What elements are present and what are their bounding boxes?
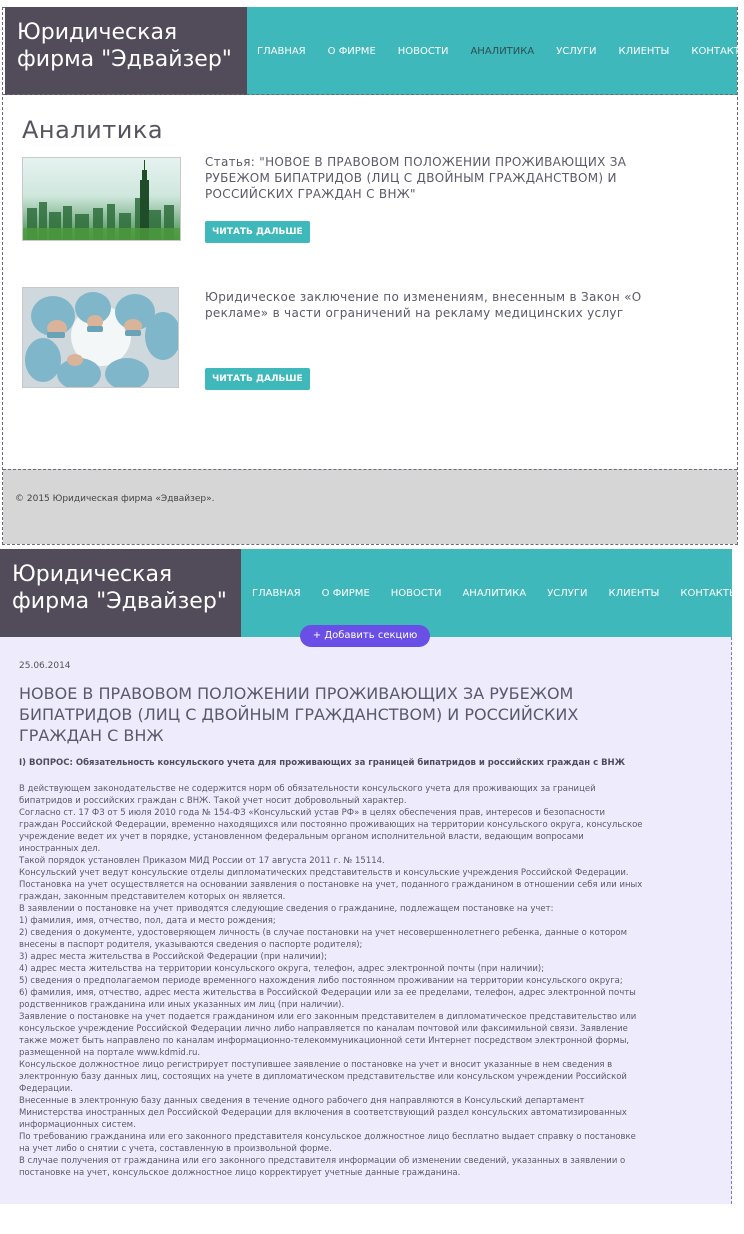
- article-paragraph: Постановка на учет осуществляется на осн…: [19, 880, 643, 902]
- article-paragraph: 4) адрес места жительства на территории …: [19, 964, 545, 974]
- article-paragraph: Консульский учет ведут консульские отдел…: [19, 868, 629, 878]
- article-paragraph: Заявление о постановке на учет подается …: [19, 1012, 637, 1058]
- article-date: 25.06.2014: [19, 661, 71, 671]
- article-title: НОВОЕ В ПРАВОВОМ ПОЛОЖЕНИИ ПРОЖИВАЮЩИХ З…: [19, 684, 579, 745]
- article-paragraph: 5) сведения о предполагаемом периоде вре…: [19, 976, 623, 986]
- read-more-button[interactable]: Читать дальше: [205, 368, 310, 390]
- plus-icon: +: [312, 630, 322, 641]
- article-paragraph: 6) фамилия, имя, отчество, адрес места ж…: [19, 988, 636, 1010]
- nav-item-contacts[interactable]: Контакты: [680, 588, 737, 599]
- nav-item-news[interactable]: Новости: [391, 588, 442, 599]
- nav-item-about[interactable]: О фирме: [322, 588, 370, 599]
- article-paragraph: Согласно ст. 17 ФЗ от 5 июля 2010 года №…: [19, 808, 643, 854]
- card-text[interactable]: Статья: "НОВОЕ В ПРАВОВОМ ПОЛОЖЕНИИ ПРОЖ…: [205, 154, 695, 202]
- nav-item-clients[interactable]: Клиенты: [618, 46, 669, 57]
- article-paragraph: 2) сведения о документе, удостоверяющем …: [19, 928, 628, 950]
- nav-item-analytics[interactable]: Аналитика: [470, 46, 534, 57]
- nav-item-services[interactable]: Услуги: [547, 588, 587, 599]
- article-paragraph: 3) адрес места жительства в Российской Ф…: [19, 952, 327, 962]
- site-logo[interactable]: Юридическая фирма "Эдвайзер": [0, 549, 241, 637]
- nav-item-contacts[interactable]: Контакты: [691, 46, 744, 57]
- city-skyline-image[interactable]: [22, 157, 181, 241]
- article-paragraph: Такой порядок установлен Приказом МИД Ро…: [19, 856, 385, 866]
- nav-item-home[interactable]: Главная: [257, 46, 306, 57]
- site-header: Юридическая фирма "Эдвайзер" Главная О ф…: [5, 7, 744, 95]
- read-more-button[interactable]: Читать дальше: [205, 221, 310, 243]
- nav-item-clients[interactable]: Клиенты: [608, 588, 659, 599]
- main-nav: Главная О фирме Новости Аналитика Услуги…: [247, 7, 744, 95]
- page-title: Аналитика: [22, 116, 164, 144]
- article-paragraph: В заявлении о постановке на учет приводя…: [19, 904, 554, 914]
- article-paragraph: Внесенные в электронную базу данных свед…: [19, 1096, 627, 1130]
- nav-item-about[interactable]: О фирме: [328, 46, 376, 57]
- article-paragraph: По требованию гражданина или его законно…: [19, 1132, 636, 1154]
- article-paragraph: В действующем законодательстве не содерж…: [19, 784, 596, 806]
- site-footer: © 2015 Юридическая фирма «Эдвайзер».: [3, 469, 737, 544]
- add-section-button[interactable]: + Добавить секцию: [300, 625, 430, 647]
- section-divider: [2, 94, 738, 95]
- add-section-label: Добавить секцию: [324, 630, 418, 641]
- article-section: 25.06.2014 НОВОЕ В ПРАВОВОМ ПОЛОЖЕНИИ ПР…: [0, 637, 732, 1204]
- surgeons-image[interactable]: [22, 287, 179, 388]
- nav-item-news[interactable]: Новости: [398, 46, 449, 57]
- copyright-text: © 2015 Юридическая фирма «Эдвайзер».: [15, 494, 215, 504]
- nav-item-services[interactable]: Услуги: [556, 46, 596, 57]
- article-paragraph: Консульское должностное лицо регистрируе…: [19, 1060, 627, 1094]
- article-body: В действующем законодательстве не содерж…: [19, 783, 644, 1179]
- main-nav: Главная О фирме Новости Аналитика Услуги…: [241, 549, 738, 637]
- article-paragraph: В случае получения от гражданина или его…: [19, 1156, 626, 1178]
- card-text[interactable]: Юридическое заключение по изменениям, вн…: [205, 289, 685, 321]
- site-logo[interactable]: Юридическая фирма "Эдвайзер": [5, 7, 247, 95]
- site-header: Юридическая фирма "Эдвайзер" Главная О ф…: [0, 549, 738, 637]
- article-question: I) ВОПРОС: Обязательность консульского у…: [19, 758, 626, 768]
- article-paragraph: 1) фамилия, имя, отчество, пол, дата и м…: [19, 916, 276, 926]
- nav-item-analytics[interactable]: Аналитика: [462, 588, 526, 599]
- nav-item-home[interactable]: Главная: [252, 588, 301, 599]
